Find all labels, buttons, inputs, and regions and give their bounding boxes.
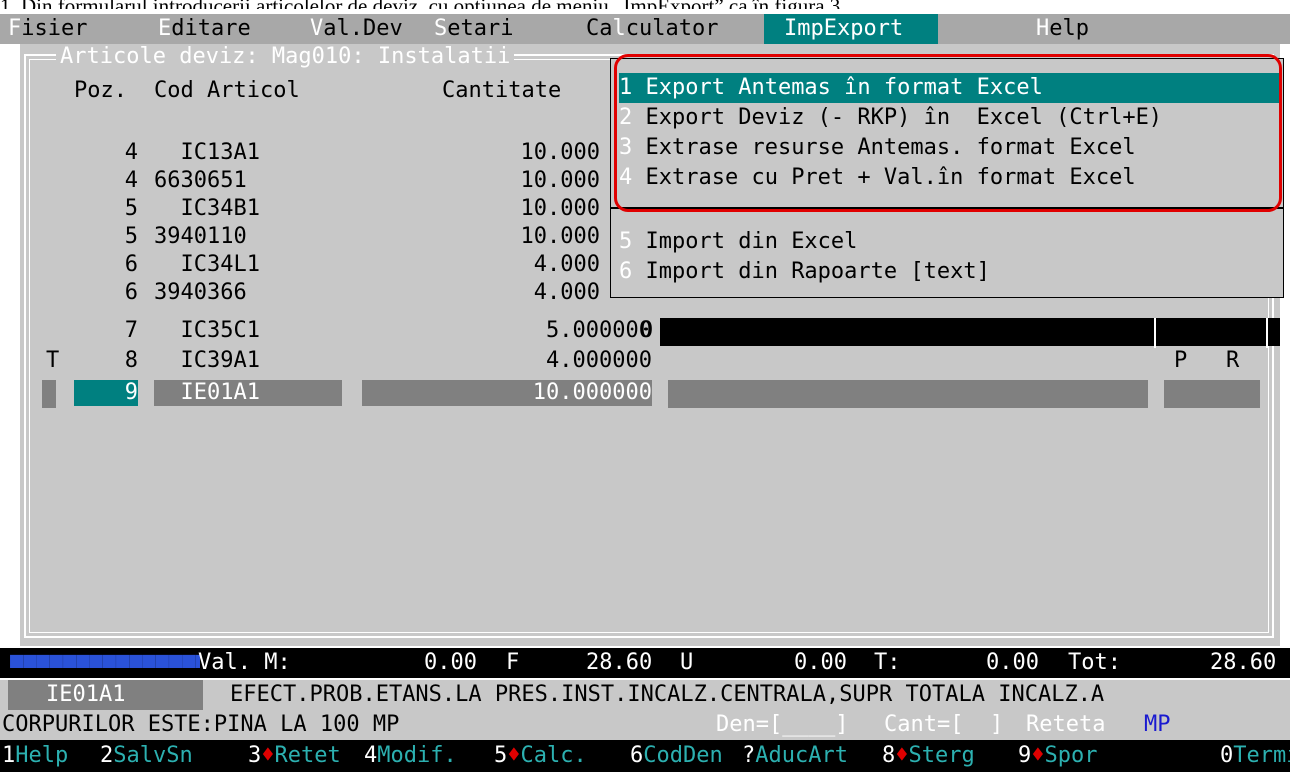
row-poz[interactable]: 6 — [74, 280, 138, 306]
row-7-cell-cursor: 0 — [640, 318, 654, 343]
row-flag[interactable]: T — [46, 348, 62, 374]
row-cantitate[interactable]: 10.000 — [362, 224, 600, 250]
row-cod[interactable]: 6630651 — [154, 168, 354, 194]
item-hotkey: 5 — [619, 229, 633, 254]
u-value: 0.00 — [794, 650, 847, 675]
row-poz[interactable]: 4 — [74, 140, 138, 166]
fkey-sterg[interactable]: 8♦Sterg — [882, 740, 975, 772]
val-m-value: 0.00 — [424, 650, 477, 675]
u-label: U — [680, 650, 694, 675]
row-7-black-field — [660, 318, 1280, 346]
row-cantitate[interactable]: 5.000000 — [362, 318, 652, 344]
fkey-calc[interactable]: 5♦Calc. — [494, 740, 587, 772]
f-label: F — [506, 650, 520, 675]
val-m-label: Val. M: — [198, 650, 291, 675]
fkey-modif[interactable]: 4Modif. — [364, 740, 457, 772]
menu-fisier[interactable]: Fisier — [8, 14, 87, 44]
row-cantitate[interactable]: 10.000 — [362, 168, 600, 194]
row-poz[interactable]: 9 — [74, 380, 138, 406]
tot-value: 28.60 — [1210, 650, 1277, 675]
row-cantitate[interactable]: 10.000 — [362, 196, 600, 222]
progress-ticks-icon: ■■■■■■■■■■■■■■■■■ — [10, 648, 200, 673]
row-cod[interactable]: 3940366 — [154, 280, 354, 306]
den-field[interactable]: Den=[____] — [716, 710, 848, 740]
row-cantitate[interactable]: 10.000000 — [362, 380, 652, 406]
menu-impexport[interactable]: ImpExport — [764, 14, 938, 44]
reteta-field[interactable]: Reteta — [1026, 710, 1105, 740]
impexport-item-6[interactable]: 6 Import din Rapoarte [text] — [619, 257, 1279, 287]
fkey-spor[interactable]: 9♦Spor — [1018, 740, 1097, 772]
menu-editare[interactable]: Editare — [158, 14, 251, 44]
highlight-box — [614, 54, 1282, 212]
function-key-bar: 1Help 2SalvSn 3♦Retet 4Modif. 5♦Calc. 6CodDen… — [0, 740, 1290, 772]
fkey-salvsn[interactable]: 2SalvSn — [100, 740, 193, 772]
row-cod[interactable]: IC34L1 — [154, 252, 354, 278]
menu-val-dev[interactable]: Val.Dev — [310, 14, 403, 44]
fkey-retet[interactable]: 3♦Retet — [248, 740, 341, 772]
col-r-label: R — [1226, 348, 1240, 373]
menu-help[interactable]: Help — [1036, 14, 1089, 44]
row-poz[interactable]: 5 — [74, 196, 138, 222]
fkey-termin[interactable]: 0Termin — [1220, 740, 1290, 772]
current-code: IE01A1 — [8, 680, 203, 710]
f-value: 28.60 — [586, 650, 653, 675]
fkey-aducart[interactable]: ?AducArt — [742, 740, 848, 772]
fkey-codden[interactable]: 6CodDen — [630, 740, 723, 772]
item-label: Import din Rapoarte [text] — [632, 259, 990, 284]
row-cod[interactable]: IE01A1 — [154, 380, 342, 406]
row-cod[interactable]: IC39A1 — [154, 348, 354, 374]
row-poz[interactable]: 7 — [74, 318, 138, 344]
cant-field[interactable]: Cant=[ ] — [884, 710, 1003, 740]
item-label: Import din Excel — [632, 229, 858, 254]
item-hotkey: 6 — [619, 259, 633, 284]
row-9-flag-field[interactable] — [42, 380, 56, 408]
row-poz[interactable]: 5 — [74, 224, 138, 250]
t-value: 0.00 — [986, 650, 1039, 675]
row-9-pr-field[interactable] — [1164, 380, 1260, 408]
col-p-label: P — [1174, 348, 1188, 373]
fkey-help[interactable]: 1Help — [2, 740, 68, 772]
row-cantitate[interactable]: 4.000 — [362, 280, 600, 306]
description-line-1: EFECT.PROB.ETANS.LA PRES.INST.INCALZ.CEN… — [230, 682, 1105, 707]
um-value: MP — [1144, 712, 1171, 737]
impexport-item-5[interactable]: 5 Import din Excel — [619, 227, 1279, 257]
column-header-cod[interactable]: Cod Articol — [154, 78, 300, 104]
row-cod[interactable]: 3940110 — [154, 224, 354, 250]
description-bar: IE01A1 EFECT.PROB.ETANS.LA PRES.INST.INC… — [0, 680, 1290, 710]
row-9-denumire-field[interactable] — [668, 380, 1148, 408]
tot-label: Tot: — [1068, 650, 1121, 675]
row-cod[interactable]: IC13A1 — [154, 140, 354, 166]
column-header-cantitate[interactable]: Cantitate — [442, 78, 561, 104]
row-cantitate[interactable]: 10.000 — [362, 140, 600, 166]
row-7-divider-2 — [1266, 318, 1268, 348]
row-7-divider — [1154, 318, 1156, 348]
menu-calculator[interactable]: Calculator — [586, 14, 718, 44]
row-cod[interactable]: IC35C1 — [154, 318, 354, 344]
row-cantitate[interactable]: 4.000000 — [362, 348, 652, 374]
totals-bar: ■■■■■■■■■■■■■■■■■ Val. M: 0.00 F 28.60 U… — [0, 648, 1290, 678]
row-cantitate[interactable]: 4.000 — [362, 252, 600, 278]
description-line-2: CORPURILOR ESTE:PINA LA 100 MP — [2, 712, 400, 737]
menu-setari[interactable]: Setari — [434, 14, 513, 44]
window-title: Articole deviz: Mag010: Instalatii — [56, 44, 515, 70]
column-header-poz[interactable]: Poz. — [74, 78, 127, 104]
row-cod[interactable]: IC34B1 — [154, 196, 354, 222]
row-poz[interactable]: 4 — [74, 168, 138, 194]
document-caption: 1. Din formularul introducerii articolel… — [0, 0, 1290, 9]
row-poz[interactable]: 6 — [74, 252, 138, 278]
description-bar-2: CORPURILOR ESTE:PINA LA 100 MP Den=[____… — [0, 710, 1290, 740]
t-label: T: — [874, 650, 901, 675]
row-poz[interactable]: 8 — [74, 348, 138, 374]
